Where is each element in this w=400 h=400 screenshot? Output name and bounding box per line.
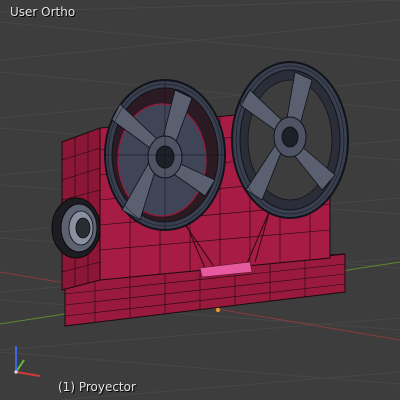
xyz-axis-gizmo-icon <box>14 346 41 377</box>
view-name-label: User Ortho <box>10 5 76 19</box>
projector-mesh[interactable] <box>0 0 400 400</box>
right-reel <box>231 61 349 219</box>
projector-lens <box>51 197 101 259</box>
active-object-label: (1) Proyector <box>58 380 136 394</box>
left-reel <box>104 79 226 231</box>
3d-viewport[interactable]: User Ortho (1) Proyector <box>0 0 400 400</box>
object-origin <box>215 307 221 313</box>
